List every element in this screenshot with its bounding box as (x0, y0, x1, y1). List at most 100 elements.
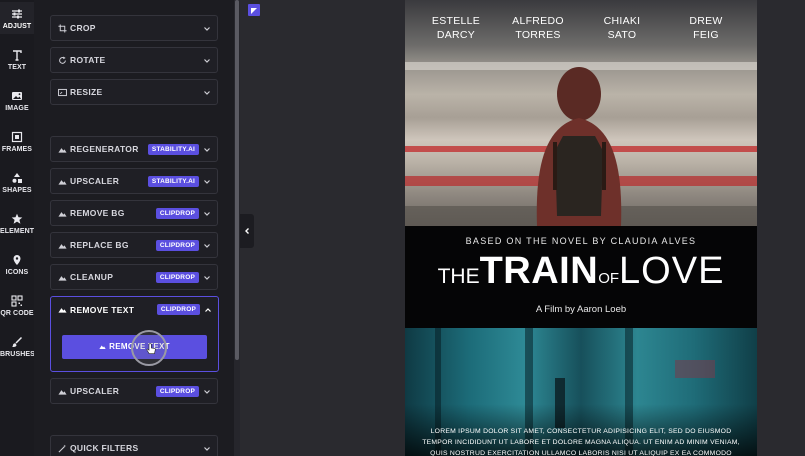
chevron-down-icon (204, 212, 210, 216)
poster-bottom-photo: LOREM IPSUM DOLOR SIT AMET, CONSECTETUR … (405, 328, 757, 456)
chevron-down-icon (204, 91, 210, 95)
app-logo-icon[interactable] (248, 4, 260, 16)
shapes-icon (12, 173, 22, 183)
resize-label: RESIZE (70, 87, 103, 97)
qr-icon (11, 295, 23, 307)
cleanup-row[interactable]: CLEANUP CLIPDROP (50, 264, 218, 290)
crop-row[interactable]: CROP (50, 15, 218, 41)
upscaler-clipdrop-row[interactable]: UPSCALER CLIPDROP (50, 378, 218, 404)
provider-badge: CLIPDROP (155, 386, 199, 397)
replace-bg-label: REPLACE BG (70, 240, 129, 250)
hooded-figure-shape (536, 67, 622, 226)
quick-filters-row[interactable]: QUICK FILTERS (50, 435, 218, 456)
chevron-down-icon (204, 180, 210, 184)
poster-body-text: LOREM IPSUM DOLOR SIT AMET, CONSECTETUR … (422, 428, 740, 456)
mountain-icon (58, 308, 67, 313)
crop-icon (58, 24, 67, 33)
upscaler-label: UPSCALER (70, 176, 120, 186)
poster-credit: A Film by Aaron Loeb (535, 304, 627, 315)
provider-badge: STABILITY.AI (147, 176, 199, 187)
mountain-icon (58, 276, 67, 281)
tool-rail: ADJUST TEXT IMAGE FRAMES SHAPES ELEMENTS… (0, 0, 39, 456)
cast-names: ESTELLE DARCY ALFREDO TORRES CHIAKI SATO DR… (405, 14, 757, 44)
rotate-row[interactable]: ROTATE (50, 47, 218, 73)
rail-item-shapes[interactable]: SHAPES (0, 172, 34, 194)
mountain-icon (58, 390, 67, 395)
poster-subtitle: BASED ON THE NOVEL BY CLAUDIA ALVES (465, 236, 697, 246)
mountain-icon (58, 244, 67, 249)
sliders-icon (12, 9, 22, 19)
poster-title-band: BASED ON THE NOVEL BY CLAUDIA ALVES THET… (405, 226, 757, 328)
rail-label: ADJUST (2, 23, 32, 30)
rail-item-brushes[interactable]: BRUSHES (0, 336, 35, 358)
cast-name: DREW FEIG (689, 15, 723, 41)
logo-mark-icon (251, 8, 257, 14)
poster-title: THETRAINOFLOVE (437, 250, 725, 292)
image-icon (12, 92, 22, 100)
cast-name: ESTELLE DARCY (431, 15, 481, 41)
chevron-down-icon (204, 244, 210, 248)
cleanup-label: CLEANUP (70, 272, 114, 282)
cast-name: ALFREDO TORRES (512, 15, 564, 41)
provider-badge: CLIPDROP (155, 240, 199, 251)
replace-bg-row[interactable]: REPLACE BG CLIPDROP (50, 232, 218, 258)
upscaler-row[interactable]: UPSCALER STABILITY.AI (50, 168, 218, 194)
cast-name: CHIAKI SATO (603, 15, 641, 41)
remove-text-header[interactable]: REMOVE TEXT CLIPDROP (51, 297, 218, 323)
quick-filters-label: QUICK FILTERS (70, 443, 139, 453)
mountain-icon (99, 344, 106, 349)
frames-icon (11, 131, 23, 143)
provider-badge: STABILITY.AI (147, 144, 199, 155)
upscaler-label: UPSCALER (70, 386, 120, 396)
provider-badge: CLIPDROP (156, 304, 200, 315)
chevron-up-icon (205, 308, 211, 312)
rail-label: SHAPES (2, 187, 32, 194)
mountain-icon (58, 148, 67, 153)
remove-text-section: REMOVE TEXT CLIPDROP REMOVE TEXT (50, 296, 219, 372)
pin-icon (13, 255, 21, 265)
rail-item-frames[interactable]: FRAMES (0, 131, 34, 153)
rail-label: QR CODE (0, 310, 34, 317)
text-icon (13, 50, 22, 61)
regenerator-label: REGENERATOR (70, 144, 139, 154)
rail-label: IMAGE (5, 105, 29, 112)
chevron-down-icon (204, 148, 210, 152)
crop-label: CROP (70, 23, 96, 33)
chevron-down-icon (204, 447, 210, 451)
editor-app: ADJUST TEXT IMAGE FRAMES SHAPES ELEMENTS… (0, 0, 805, 456)
provider-badge: CLIPDROP (155, 208, 199, 219)
remove-text-label: REMOVE TEXT (70, 305, 135, 315)
collapse-panel-button[interactable] (240, 214, 254, 248)
chevron-down-icon (204, 276, 210, 280)
panel-scrollbar-thumb[interactable] (235, 0, 239, 360)
rail-label: TEXT (7, 64, 27, 71)
hand-cursor-icon (146, 343, 156, 354)
remove-bg-row[interactable]: REMOVE BG CLIPDROP (50, 200, 218, 226)
resize-row[interactable]: RESIZE (50, 79, 218, 105)
rail-label: BRUSHES (0, 351, 35, 358)
chevron-down-icon (204, 27, 210, 31)
regenerator-row[interactable]: REGENERATOR STABILITY.AI (50, 136, 218, 162)
rail-item-icons[interactable]: ICONS (0, 254, 34, 276)
magic-wand-icon (58, 444, 67, 453)
rotate-icon (59, 56, 66, 64)
brush-icon (11, 336, 23, 348)
rotate-label: ROTATE (70, 55, 106, 65)
poster-design[interactable]: ESTELLE DARCY ALFREDO TORRES CHIAKI SATO DR… (405, 0, 757, 456)
flag-poster (675, 360, 715, 378)
rail-item-qr-code[interactable]: QR CODE (0, 295, 34, 317)
rail-label: FRAMES (1, 146, 33, 153)
rail-item-image[interactable]: IMAGE (0, 90, 34, 112)
star-icon (11, 213, 23, 224)
chevron-down-icon (204, 59, 210, 63)
rail-item-adjust[interactable]: ADJUST (0, 8, 34, 30)
rail-item-text[interactable]: TEXT (0, 49, 34, 71)
mountain-icon (58, 212, 67, 217)
remove-bg-label: REMOVE BG (70, 208, 125, 218)
chevron-left-icon (245, 228, 249, 234)
rail-item-elements[interactable]: ELEMENTS (0, 213, 39, 235)
rail-label: ELEMENTS (0, 228, 39, 235)
chevron-down-icon (204, 390, 210, 394)
mountain-icon (58, 180, 67, 185)
resize-icon (58, 88, 67, 97)
